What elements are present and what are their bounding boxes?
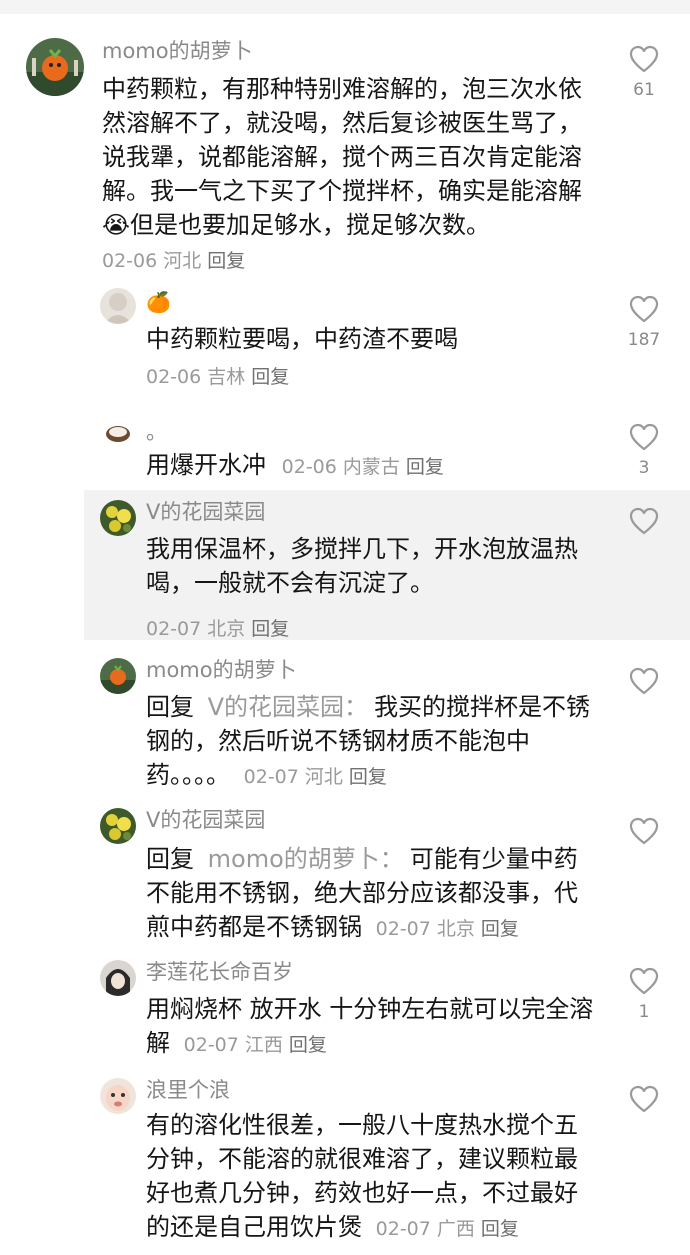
avatar[interactable] (26, 38, 84, 96)
reply-prefix: 回复 (146, 845, 194, 873)
comment-reply: V的花园菜园 回复 momo的胡萝卜： 可能有少量中药不能用不锈钢，绝大部分应该都… (0, 800, 690, 950)
reply-to-author[interactable]: V的花园菜园： (208, 693, 368, 721)
comment-author[interactable]: momo的胡萝卜 (146, 656, 297, 684)
comment-author[interactable]: V的花园菜园 (146, 806, 265, 834)
comment-body: 回复 momo的胡萝卜： 可能有少量中药不能用不锈钢，绝大部分应该都没事，代煎中药… (146, 842, 601, 946)
comment-reply-highlighted: V的花园菜园 我用保温杯，多搅拌几下，开水泡放温热喝，一般就不会有沉淀了。 02… (84, 490, 690, 640)
comment-meta: 02-06 吉林 回复 (146, 360, 586, 394)
comment-reply: momo的胡萝卜 回复 V的花园菜园： 我买的搅拌杯是不锈钢的，然后听说不锈钢材质… (0, 650, 690, 800)
comment-meta: 02-06 内蒙古 回复 (282, 456, 444, 478)
heart-outline-icon (629, 295, 659, 323)
comment-reply: 🍊 中药颗粒要喝，中药渣不要喝 02-06 吉林 回复 187 (0, 278, 690, 408)
comment-author[interactable]: momo的胡萝卜 (102, 37, 253, 65)
like-button[interactable] (622, 816, 666, 852)
comment-reply: 李莲花长命百岁 用焖烧杯 放开水 十分钟左右就可以完全溶解 02-07 江西 回复 … (0, 952, 690, 1070)
comment-body: 中药颗粒，有那种特别难溶解的，泡三次水依然溶解不了，就没喝，然后复诊被医生骂了，… (102, 72, 582, 278)
comment: momo的胡萝卜 中药颗粒，有那种特别难溶解的，泡三次水依然溶解不了，就没喝，然… (0, 28, 690, 278)
comment-location: 北京 (207, 618, 246, 640)
like-count: 187 (627, 330, 661, 350)
heart-outline-icon (629, 667, 659, 695)
comment-meta: 02-07 广西 回复 (376, 1218, 519, 1240)
comment-location: 内蒙古 (342, 456, 400, 478)
like-button[interactable] (622, 506, 666, 542)
reply-button[interactable]: 回复 (251, 618, 289, 640)
like-button[interactable]: 187 (622, 294, 666, 350)
comment-date: 02-07 (375, 1218, 431, 1240)
reply-button[interactable]: 回复 (251, 366, 289, 388)
like-button[interactable]: 61 (622, 44, 666, 100)
reply-button[interactable]: 回复 (349, 766, 387, 788)
comment-reply: 浪里个浪 有的溶化性很差，一般八十度热水搅个五分钟，不能溶的就很难溶了，建议颗粒… (0, 1070, 690, 1255)
comment-author[interactable]: V的花园菜园 (146, 498, 265, 526)
avatar[interactable] (100, 1078, 136, 1114)
reply-button[interactable]: 回复 (289, 1034, 327, 1056)
reply-button[interactable]: 回复 (481, 1218, 519, 1240)
reply-button[interactable]: 回复 (207, 250, 245, 272)
like-button[interactable]: 3 (622, 422, 666, 478)
comment-location: 河北 (304, 766, 343, 788)
heart-outline-icon (629, 817, 659, 845)
reply-prefix: 回复 (146, 693, 194, 721)
comment-body: 我用保温杯，多搅拌几下，开水泡放温热喝，一般就不会有沉淀了。 02-07 北京 回复 (146, 532, 596, 646)
top-divider (0, 0, 690, 14)
comment-date: 02-07 (375, 918, 431, 940)
comment-date: 02-07 (146, 618, 202, 640)
comment-date: 02-06 (102, 250, 158, 272)
like-button[interactable]: 1 (622, 966, 666, 1022)
comment-author[interactable]: 李莲花长命百岁 (146, 958, 293, 986)
comment-meta: 02-06 河北 回复 (102, 250, 245, 272)
heart-outline-icon (629, 45, 659, 73)
comment-location: 吉林 (207, 366, 246, 388)
comment-body: 有的溶化性很差，一般八十度热水搅个五分钟，不能溶的就很难溶了，建议颗粒最好也煮几… (146, 1108, 601, 1246)
comment-date: 02-07 (243, 766, 299, 788)
comment-meta: 02-07 江西 回复 (184, 1034, 327, 1056)
comment-body: 用焖烧杯 放开水 十分钟左右就可以完全溶解 02-07 江西 回复 (146, 992, 596, 1062)
comment-location: 北京 (436, 918, 475, 940)
comment-location: 河北 (163, 250, 202, 272)
avatar[interactable] (100, 808, 136, 844)
comment-location: 广西 (436, 1218, 475, 1240)
comment-date: 02-07 (183, 1034, 239, 1056)
avatar[interactable] (104, 418, 132, 446)
comment-text: 用爆开水冲 (146, 451, 266, 479)
comment-date: 02-06 (146, 366, 202, 388)
comment-date: 02-06 (281, 456, 337, 478)
like-button[interactable] (622, 666, 666, 702)
avatar[interactable] (100, 658, 136, 694)
comment-author[interactable]: 🍊 (146, 288, 171, 316)
avatar[interactable] (100, 960, 136, 996)
comment-reply: 。 用爆开水冲 02-06 内蒙古 回复 3 (0, 408, 690, 490)
comment-author[interactable]: 。 (146, 418, 167, 446)
comment-body: 回复 V的花园菜园： 我买的搅拌杯是不锈钢的，然后听说不锈钢材质不能泡中药。。。。… (146, 690, 596, 794)
comment-body: 中药颗粒要喝，中药渣不要喝 02-06 吉林 回复 (146, 322, 586, 394)
comment-text: 中药颗粒，有那种特别难溶解的，泡三次水依然溶解不了，就没喝，然后复诊被医生骂了，… (102, 75, 582, 239)
comment-text: 我用保温杯，多搅拌几下，开水泡放温热喝，一般就不会有沉淀了。 (146, 535, 578, 597)
like-count: 1 (638, 1002, 650, 1022)
comment-meta: 02-07 河北 回复 (244, 766, 387, 788)
heart-outline-icon (629, 967, 659, 995)
like-button[interactable] (622, 1084, 666, 1120)
comment-meta: 02-07 北京 回复 (376, 918, 519, 940)
reply-to-author[interactable]: momo的胡萝卜： (208, 845, 404, 873)
comment-author[interactable]: 浪里个浪 (146, 1076, 230, 1104)
comment-body: 用爆开水冲 02-06 内蒙古 回复 (146, 448, 586, 484)
reply-button[interactable]: 回复 (406, 456, 444, 478)
like-count: 61 (633, 80, 655, 100)
comment-text: 中药颗粒要喝，中药渣不要喝 (146, 325, 458, 353)
reply-button[interactable]: 回复 (481, 918, 519, 940)
comment-location: 江西 (244, 1034, 283, 1056)
avatar[interactable] (100, 288, 136, 324)
like-count: 3 (638, 458, 650, 478)
comment-meta: 02-07 北京 回复 (146, 612, 596, 646)
heart-outline-icon (629, 423, 659, 451)
avatar[interactable] (100, 500, 136, 536)
heart-outline-icon (629, 1085, 659, 1113)
heart-outline-icon (629, 507, 659, 535)
